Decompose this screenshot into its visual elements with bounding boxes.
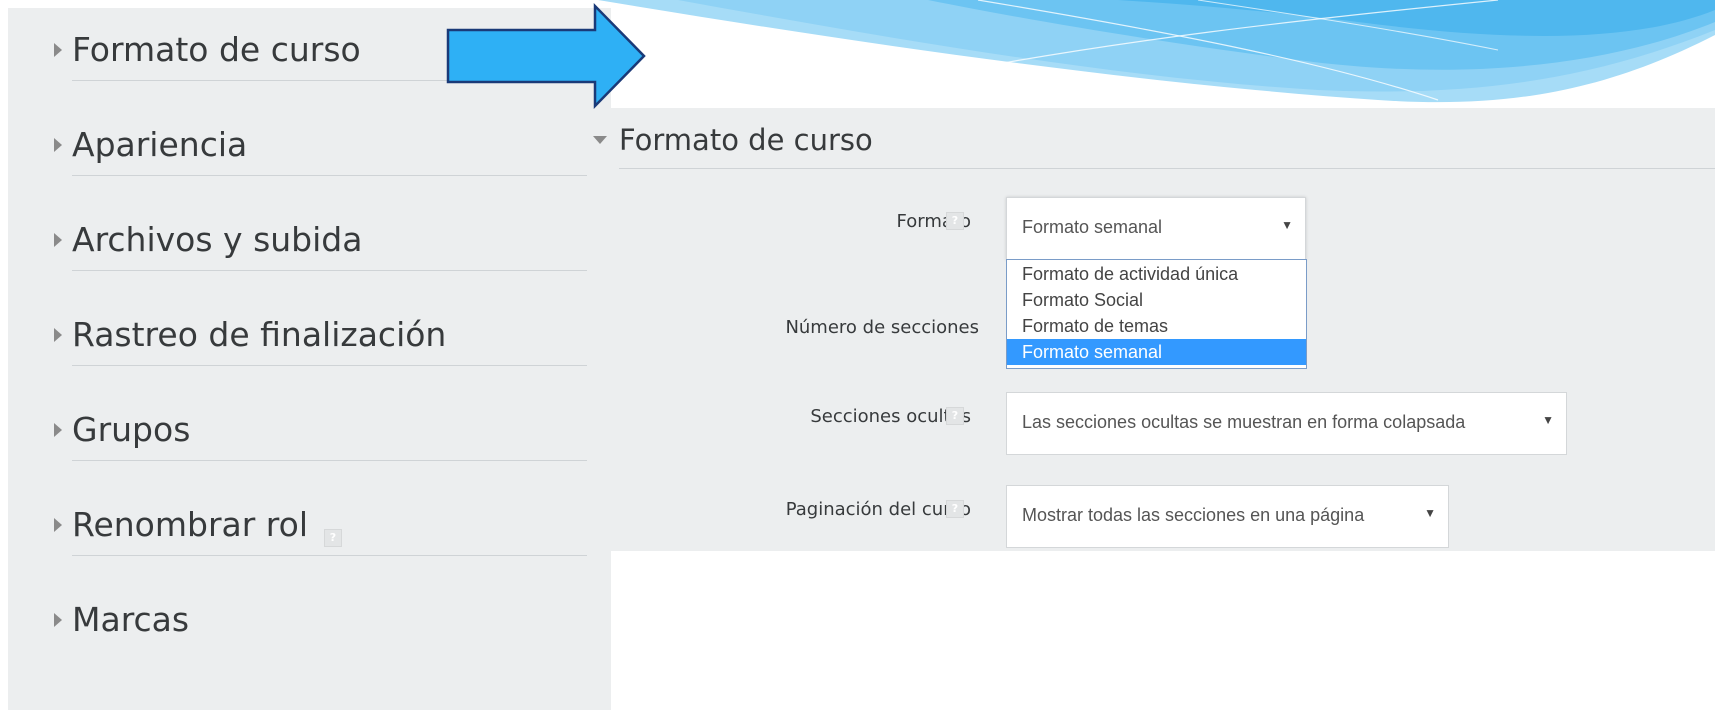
caret-down-icon: ▼ xyxy=(1542,413,1554,427)
section-label: Marcas xyxy=(72,600,190,639)
section-rastreo-de-finalizacion[interactable]: Rastreo de finalización xyxy=(8,293,611,383)
divider xyxy=(72,270,587,271)
caret-down-icon: ▼ xyxy=(1281,218,1293,232)
divider xyxy=(72,175,587,176)
paginacion-select[interactable]: Mostrar todas las secciones en una págin… xyxy=(1006,485,1449,548)
section-header[interactable]: Formato de curso xyxy=(593,108,1715,170)
section-archivos-y-subida[interactable]: Archivos y subida xyxy=(8,198,611,288)
divider xyxy=(72,365,587,366)
section-label: Archivos y subida xyxy=(72,220,363,259)
section-marcas[interactable]: Marcas xyxy=(8,578,611,668)
divider xyxy=(72,555,587,556)
help-icon[interactable]: ? xyxy=(324,529,342,547)
dropdown-option-selected[interactable]: Formato semanal xyxy=(1007,339,1306,365)
secciones-ocultas-select[interactable]: Las secciones ocultas se muestran en for… xyxy=(1006,392,1567,455)
selected-value: Formato semanal xyxy=(1022,217,1163,237)
expand-triangle-icon xyxy=(54,233,62,247)
paginacion-label: Paginación del curso xyxy=(785,499,971,520)
expand-triangle-icon xyxy=(54,423,62,437)
section-title: Formato de curso xyxy=(619,123,873,157)
dropdown-option[interactable]: Formato Social xyxy=(1007,287,1306,313)
settings-section-list: Formato de curso Apariencia Archivos y s… xyxy=(8,8,611,710)
caret-down-icon: ▼ xyxy=(1424,506,1436,520)
section-renombrar-rol[interactable]: Renombrar rol ? xyxy=(8,483,611,573)
expand-triangle-icon xyxy=(54,613,62,627)
expand-triangle-icon xyxy=(54,138,62,152)
divider xyxy=(72,460,587,461)
help-icon[interactable]: ? xyxy=(946,500,964,518)
formato-dropdown-list[interactable]: Formato de actividad única Formato Socia… xyxy=(1006,259,1307,369)
expand-triangle-icon xyxy=(54,43,62,57)
course-format-form: Formato de curso Formato ? Formato seman… xyxy=(593,108,1715,551)
section-apariencia[interactable]: Apariencia xyxy=(8,103,611,193)
section-label: Formato de curso xyxy=(72,30,361,69)
help-icon[interactable]: ? xyxy=(946,212,964,230)
formato-select[interactable]: Formato semanal ▼ xyxy=(1006,197,1306,260)
section-label: Grupos xyxy=(72,410,191,449)
section-label: Renombrar rol xyxy=(72,505,308,544)
collapse-triangle-icon xyxy=(593,136,607,144)
section-grupos[interactable]: Grupos xyxy=(8,388,611,478)
dropdown-option[interactable]: Formato de actividad única xyxy=(1007,261,1306,287)
dropdown-option[interactable]: Formato de temas xyxy=(1007,313,1306,339)
expand-triangle-icon xyxy=(54,518,62,532)
decorative-waves xyxy=(598,0,1715,103)
expand-triangle-icon xyxy=(54,328,62,342)
pointer-arrow-icon xyxy=(446,2,646,110)
selected-value: Las secciones ocultas se muestran en for… xyxy=(1022,412,1466,432)
numero-secciones-label: Número de secciones xyxy=(785,317,979,338)
section-label: Rastreo de finalización xyxy=(72,315,447,354)
divider xyxy=(619,168,1715,169)
section-label: Apariencia xyxy=(72,125,248,164)
selected-value: Mostrar todas las secciones en una págin… xyxy=(1022,505,1365,525)
help-icon[interactable]: ? xyxy=(946,407,964,425)
